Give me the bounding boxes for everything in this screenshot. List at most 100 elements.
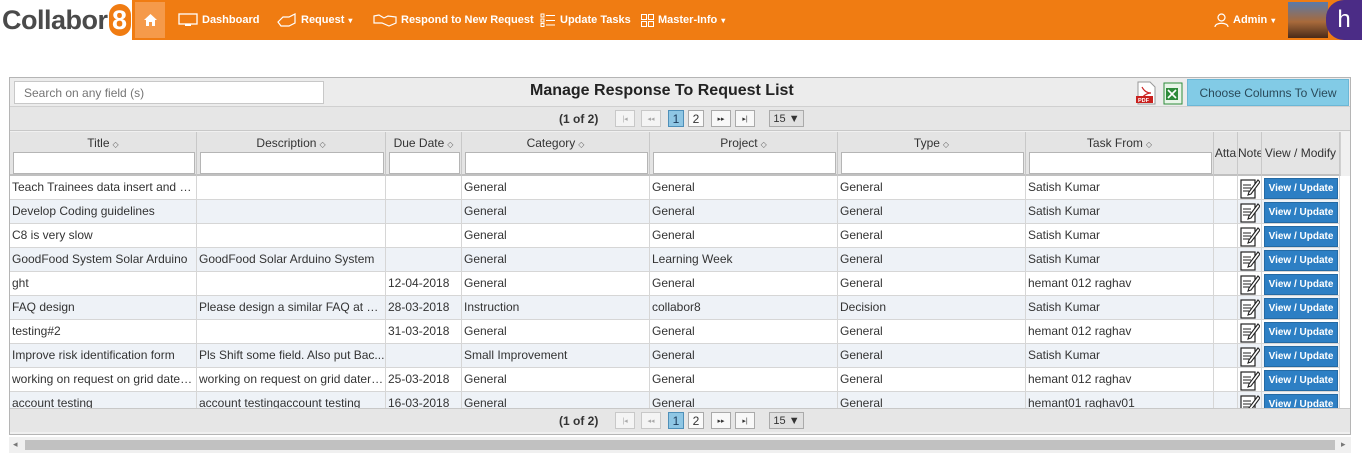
table-row[interactable]: account testing account testingaccount te… [10,392,1340,408]
request-list-panel: Manage Response To Request List PDF Choo… [9,77,1351,435]
nav-request[interactable]: Request ▾ [277,0,352,40]
note-edit-icon[interactable] [1240,201,1261,223]
prev-page-button[interactable]: ◂◂ [641,412,661,429]
note-edit-icon[interactable] [1240,393,1261,408]
type-filter-input[interactable] [841,152,1024,174]
sort-icon[interactable]: ◇ [447,140,453,149]
note-edit-icon[interactable] [1240,273,1261,295]
page-info: (1 of 2) [559,112,599,126]
view-update-button[interactable]: View / Update [1264,202,1338,223]
table-row[interactable]: ght 12-04-2018 General General General hemant… [10,272,1340,296]
cell-category: General [462,320,650,344]
view-update-button[interactable]: View / Update [1264,178,1338,199]
table-row[interactable]: Teach Trainees data insert and d... Gener… [10,176,1340,200]
table-row[interactable]: Develop Coding guidelines General General G… [10,200,1340,224]
column-type[interactable]: Type ◇ [838,132,1026,176]
avatar[interactable]: h [1326,0,1362,40]
column-task-from[interactable]: Task From ◇ [1026,132,1214,176]
table-row[interactable]: testing#2 31-03-2018 General General General… [10,320,1340,344]
app-logo[interactable]: Collabor 8 [0,0,132,40]
table-row[interactable]: GoodFood System Solar Arduino GoodFood So… [10,248,1340,272]
horizontal-scrollbar[interactable]: ◂ ▸ [9,437,1351,453]
cell-note [1238,272,1262,296]
table-header: Title ◇ Description ◇ Due Date ◇ Category ◇ … [10,132,1340,176]
excel-export-icon[interactable] [1163,82,1183,105]
description-filter-input[interactable] [200,152,384,174]
scroll-right-icon[interactable]: ▸ [1341,439,1346,450]
category-filter-input[interactable] [465,152,648,174]
table-row[interactable]: FAQ design Please design a similar FAQ at… [10,296,1340,320]
next-page-button[interactable]: ▸▸ [711,110,731,127]
view-update-button[interactable]: View / Update [1264,298,1338,319]
table-row[interactable]: working on request on grid datera... work… [10,368,1340,392]
cell-attachment [1214,176,1238,200]
cell-project: General [650,200,838,224]
sort-icon[interactable]: ◇ [113,140,119,149]
page-title: Manage Response To Request List [530,82,794,99]
page-size-select[interactable]: 15 ▼ [769,110,804,127]
table-row[interactable]: Improve risk identification form Pls Shif… [10,344,1340,368]
cell-title: Improve risk identification form [10,344,197,368]
sort-icon[interactable]: ◇ [1146,140,1152,149]
scroll-left-icon[interactable]: ◂ [13,439,18,450]
cell-attachment [1214,248,1238,272]
due-date-filter-input[interactable] [389,152,460,174]
nav-update-tasks[interactable]: Update Tasks [540,0,631,40]
cell-view-modify: View / Update [1262,368,1340,392]
last-page-button[interactable]: ▸| [735,110,755,127]
cell-view-modify: View / Update [1262,176,1340,200]
column-category[interactable]: Category ◇ [462,132,650,176]
project-filter-input[interactable] [653,152,836,174]
view-update-button[interactable]: View / Update [1264,346,1338,367]
horizontal-scroll-thumb[interactable] [25,440,1335,450]
admin-menu[interactable]: Admin ▾ [1214,0,1275,40]
column-due-date[interactable]: Due Date ◇ [386,132,462,176]
first-page-button[interactable]: |◂ [615,110,635,127]
column-title[interactable]: Title ◇ [10,132,197,176]
choose-columns-button[interactable]: Choose Columns To View [1187,79,1349,106]
search-input[interactable] [14,81,324,104]
title-filter-input[interactable] [13,152,195,174]
note-edit-icon[interactable] [1240,177,1261,199]
nav-respond[interactable]: Respond to New Request [373,0,534,40]
home-button[interactable] [135,2,165,38]
nav-master-info-label: Master-Info [658,14,718,26]
view-update-button[interactable]: View / Update [1264,226,1338,247]
next-page-button[interactable]: ▸▸ [711,412,731,429]
note-edit-icon[interactable] [1240,369,1261,391]
page-2-button[interactable]: 2 [688,412,704,429]
note-edit-icon[interactable] [1240,321,1261,343]
cell-title: FAQ design [10,296,197,320]
sort-icon[interactable]: ◇ [761,140,767,149]
last-page-button[interactable]: ▸| [735,412,755,429]
column-project[interactable]: Project ◇ [650,132,838,176]
note-edit-icon[interactable] [1240,249,1261,271]
task-from-filter-input[interactable] [1029,152,1212,174]
page-size-select[interactable]: 15 ▼ [769,412,804,429]
nav-master-info[interactable]: Master-Info ▾ [641,0,725,40]
sort-icon[interactable]: ◇ [943,140,949,149]
sort-icon[interactable]: ◇ [578,140,584,149]
view-update-button[interactable]: View / Update [1264,250,1338,271]
prev-page-button[interactable]: ◂◂ [641,110,661,127]
nav-dashboard[interactable]: Dashboard [178,0,259,40]
column-description[interactable]: Description ◇ [197,132,386,176]
cell-description: Please design a similar FAQ at on... [197,296,386,320]
view-update-button[interactable]: View / Update [1264,370,1338,391]
table-row[interactable]: C8 is very slow General General General Sati… [10,224,1340,248]
note-edit-icon[interactable] [1240,297,1261,319]
view-update-button[interactable]: View / Update [1264,322,1338,343]
pdf-export-icon[interactable]: PDF [1135,81,1157,105]
page-1-button[interactable]: 1 [668,110,684,127]
note-edit-icon[interactable] [1240,225,1261,247]
page-2-button[interactable]: 2 [688,110,704,127]
first-page-button[interactable]: |◂ [615,412,635,429]
view-update-button[interactable]: View / Update [1264,274,1338,295]
view-update-button[interactable]: View / Update [1264,394,1338,408]
profile-photo[interactable] [1288,2,1328,38]
cell-category: General [462,176,650,200]
cell-title: C8 is very slow [10,224,197,248]
note-edit-icon[interactable] [1240,345,1261,367]
sort-icon[interactable]: ◇ [319,140,325,149]
page-1-button[interactable]: 1 [668,412,684,429]
